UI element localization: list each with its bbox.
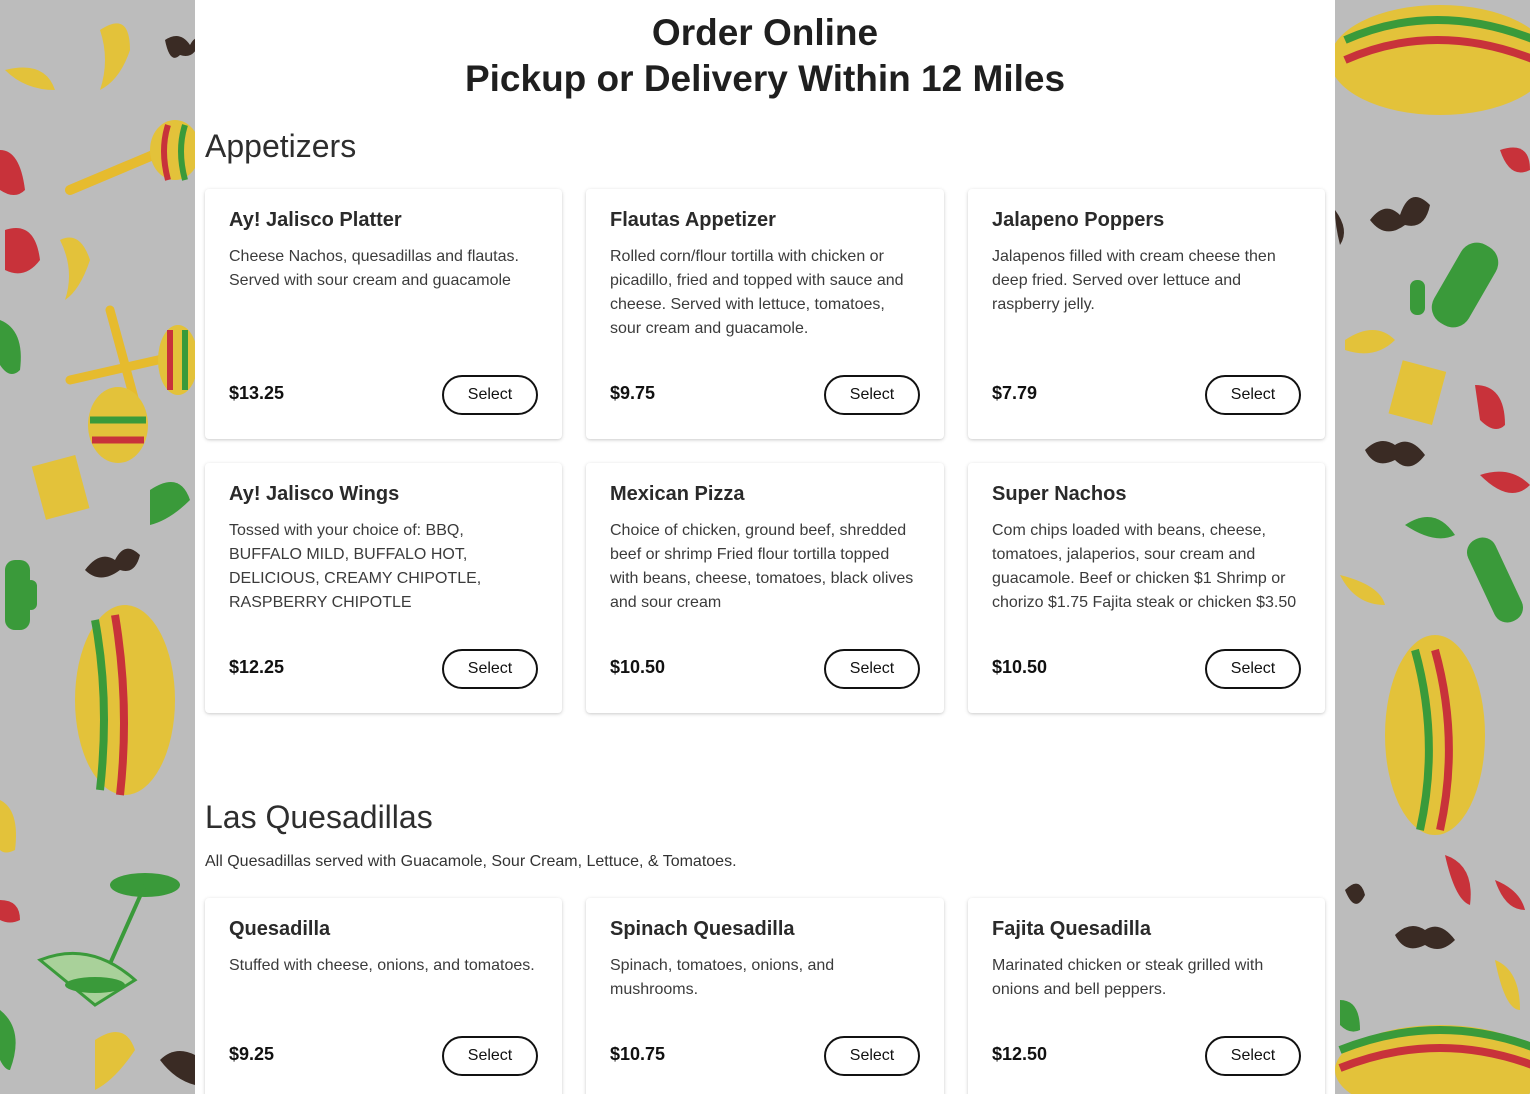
item-price: $10.50: [610, 657, 666, 677]
menu-item-card: Spinach Quesadilla Spinach, tomatoes, on…: [586, 898, 944, 1094]
mustache-icon: [1335, 210, 1344, 245]
cactus-icon: [5, 560, 37, 630]
sombrero-icon: [1330, 5, 1530, 115]
mustache-icon: [85, 548, 140, 578]
item-name: Jalapeno Poppers: [992, 209, 1165, 231]
item-price: $13.25: [229, 383, 285, 403]
menu-item-card: Ay! Jalisco Platter Cheese Nachos, quesa…: [205, 189, 562, 439]
item-name: Flautas Appetizer: [610, 209, 776, 231]
pepper-icon: [1495, 880, 1525, 910]
menu-item-card: Flautas Appetizer Rolled corn/flour tort…: [586, 189, 944, 439]
item-price: $9.25: [229, 1044, 275, 1064]
item-description: Rolled corn/flour tortilla with chicken …: [610, 248, 904, 337]
item-description: Stuffed with cheese, onions, and tomatoe…: [229, 957, 535, 974]
menu-panel: Order Online Pickup or Delivery Within 1…: [195, 0, 1335, 1094]
menu-item-card: Ay! Jalisco Wings Tossed with your choic…: [205, 463, 562, 713]
pepper-icon: [1475, 385, 1505, 429]
select-button[interactable]: Select: [442, 375, 538, 415]
section-title: Las Quesadillas: [205, 799, 433, 835]
item-price: $10.75: [610, 1044, 666, 1064]
mustache-icon: [1395, 926, 1455, 949]
cactus-icon: [1410, 242, 1499, 328]
item-price: $12.50: [992, 1044, 1048, 1064]
item-name: Super Nachos: [992, 483, 1127, 505]
pepper-icon: [0, 150, 25, 195]
pepper-icon: [0, 800, 16, 853]
menu-item-card: Jalapeno Poppers Jalapenos filled with c…: [968, 189, 1325, 439]
section-quesadillas: Las Quesadillas All Quesadillas served w…: [195, 799, 1335, 1094]
item-price: $9.75: [610, 383, 656, 403]
menu-grid: Ay! Jalisco Platter Cheese Nachos, quesa…: [205, 189, 1325, 713]
pepper-icon: [1340, 575, 1385, 605]
section-appetizers: Appetizers Ay! Jalisco Platter Cheese Na…: [195, 128, 1335, 713]
item-price: $12.25: [229, 657, 285, 677]
pepper-icon: [1345, 330, 1395, 354]
page-header: Order Online Pickup or Delivery Within 1…: [195, 0, 1335, 102]
item-description: Cheese Nachos, quesadillas and flautas. …: [229, 248, 519, 289]
mustache-icon: [160, 1051, 195, 1085]
select-button[interactable]: Select: [442, 1036, 538, 1076]
item-description: Spinach, tomatoes, onions, and mushrooms…: [610, 957, 835, 998]
cheese-icon: [31, 454, 90, 520]
select-button[interactable]: Select: [1205, 1036, 1301, 1076]
menu-item-card: Mexican Pizza Choice of chicken, ground …: [586, 463, 944, 713]
maraca-icon: [65, 120, 200, 195]
pepper-icon: [0, 900, 20, 923]
cactus-icon: [1466, 537, 1524, 623]
sombrero-icon: [1335, 1025, 1530, 1094]
glass-icon: [37, 873, 180, 1007]
pepper-icon: [1480, 471, 1530, 493]
pepper-icon: [150, 482, 190, 525]
pepper-icon: [5, 228, 40, 274]
item-name: Spinach Quesadilla: [610, 918, 795, 940]
pepper-icon: [1495, 960, 1520, 1010]
menu-grid: Quesadilla Stuffed with cheese, onions, …: [205, 898, 1325, 1094]
mustache-icon: [1365, 441, 1425, 467]
select-button[interactable]: Select: [1205, 649, 1301, 689]
menu-item-card: Super Nachos Com chips loaded with beans…: [968, 463, 1325, 713]
pepper-icon: [0, 1010, 16, 1070]
item-name: Ay! Jalisco Platter: [229, 209, 402, 231]
header-title: Order Online: [651, 12, 879, 53]
mustache-icon: [1370, 197, 1430, 232]
sombrero-icon: [75, 605, 175, 796]
mustache-icon: [1345, 883, 1365, 904]
menu-item-card: Fajita Quesadilla Marinated chicken or s…: [968, 898, 1325, 1094]
select-button[interactable]: Select: [824, 1036, 920, 1076]
item-description: Com chips loaded with beans, cheese, tom…: [992, 522, 1297, 611]
sombrero-icon: [1385, 635, 1485, 835]
pepper-icon: [5, 67, 55, 90]
pepper-icon: [100, 23, 130, 91]
pepper-icon: [95, 1032, 135, 1090]
select-button[interactable]: Select: [824, 649, 920, 689]
pepper-icon: [1500, 147, 1530, 173]
pepper-icon: [1340, 1000, 1360, 1032]
item-description: Tossed with your choice of: BBQ, BUFFALO…: [229, 522, 482, 611]
item-description: Choice of chicken, ground beef, shredded…: [610, 522, 914, 611]
pepper-icon: [60, 237, 90, 300]
pepper-icon: [1445, 855, 1471, 905]
item-price: $10.50: [992, 657, 1048, 677]
select-button[interactable]: Select: [1205, 375, 1301, 415]
item-description: Marinated chicken or steak grilled with …: [992, 957, 1264, 998]
pepper-icon: [0, 320, 21, 374]
item-name: Ay! Jalisco Wings: [229, 483, 400, 505]
maraca-icon: [65, 305, 198, 463]
menu-item-card: Quesadilla Stuffed with cheese, onions, …: [205, 898, 562, 1094]
item-name: Fajita Quesadilla: [992, 918, 1151, 940]
item-price: $7.79: [992, 383, 1038, 403]
item-description: Jalapenos filled with cream cheese then …: [992, 248, 1276, 313]
section-title: Appetizers: [205, 128, 357, 164]
item-name: Mexican Pizza: [610, 483, 745, 505]
item-name: Quesadilla: [229, 918, 331, 940]
header-subtitle: Pickup or Delivery Within 12 Miles: [464, 58, 1066, 99]
cheese-icon: [1388, 360, 1447, 425]
pepper-icon: [1405, 517, 1455, 539]
select-button[interactable]: Select: [824, 375, 920, 415]
section-description: All Quesadillas served with Guacamole, S…: [205, 853, 737, 870]
select-button[interactable]: Select: [442, 649, 538, 689]
